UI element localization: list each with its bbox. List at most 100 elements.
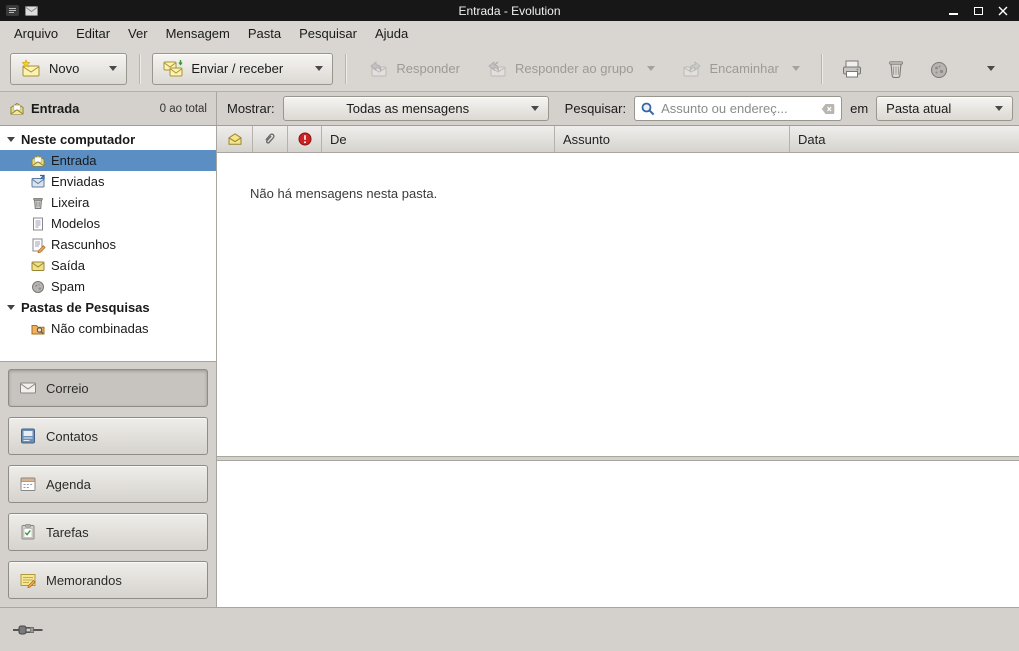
maximize-button[interactable] xyxy=(971,4,985,18)
message-area: De Assunto Data Não há mensagens nesta p… xyxy=(217,126,1019,607)
send-receive-dropdown-icon[interactable] xyxy=(315,66,323,71)
memos-icon xyxy=(19,571,37,589)
column-from[interactable]: De xyxy=(322,126,555,152)
folder-label: Enviadas xyxy=(51,174,104,189)
group-label: Pastas de Pesquisas xyxy=(21,300,150,315)
column-subject-label: Assunto xyxy=(563,132,610,147)
show-label: Mostrar: xyxy=(227,101,275,116)
sidebar-item-modelos[interactable]: Modelos xyxy=(0,213,216,234)
menu-ver[interactable]: Ver xyxy=(119,21,157,46)
expander-icon[interactable] xyxy=(7,305,15,310)
new-dropdown-icon[interactable] xyxy=(109,66,117,71)
folder-label: Rascunhos xyxy=(51,237,116,252)
sidebar-item-nao-combinadas[interactable]: Não combinadas xyxy=(0,318,216,339)
sidebar-item-saida[interactable]: Saída xyxy=(0,255,216,276)
switcher-memorandos[interactable]: Memorandos xyxy=(8,561,208,599)
sidebar-item-spam[interactable]: Spam xyxy=(0,276,216,297)
menu-pesquisar[interactable]: Pesquisar xyxy=(290,21,366,46)
reply-label: Responder xyxy=(396,61,460,76)
switcher-label: Contatos xyxy=(46,429,98,444)
window-title: Entrada - Evolution xyxy=(0,4,1019,18)
calendar-icon xyxy=(19,475,37,493)
reply-button[interactable]: Responder xyxy=(358,53,469,85)
toolbar-overflow-button[interactable] xyxy=(973,53,1009,85)
chevron-down-icon xyxy=(531,106,539,111)
column-priority[interactable] xyxy=(288,126,322,152)
titlebar-left xyxy=(0,5,38,16)
search-icon[interactable] xyxy=(640,101,656,117)
clear-search-icon[interactable] xyxy=(820,101,836,117)
folder-header: Entrada 0 ao total xyxy=(0,92,217,125)
junk-button[interactable] xyxy=(921,53,957,85)
trash-icon xyxy=(885,58,907,80)
offline-status-icon[interactable] xyxy=(12,623,44,637)
sidebar-item-lixeira[interactable]: Lixeira xyxy=(0,192,216,213)
inbox-icon xyxy=(9,101,25,117)
sidebar-item-entrada[interactable]: Entrada xyxy=(0,150,216,171)
menubar: Arquivo Editar Ver Mensagem Pasta Pesqui… xyxy=(0,21,1019,46)
empty-folder-text: Não há mensagens nesta pasta. xyxy=(217,153,1019,201)
overflow-icon xyxy=(987,66,995,71)
new-button[interactable]: Novo xyxy=(10,53,127,85)
search-scope-value: Pasta atual xyxy=(886,101,987,116)
folder-tree: Neste computador Entrada Enviadas xyxy=(0,126,216,361)
mail-icon xyxy=(19,379,37,397)
message-list-header: De Assunto Data xyxy=(217,126,1019,153)
expander-icon[interactable] xyxy=(7,137,15,142)
menu-editar[interactable]: Editar xyxy=(67,21,119,46)
folder-label: Entrada xyxy=(51,153,97,168)
sent-icon xyxy=(30,174,46,190)
column-read-status[interactable] xyxy=(217,126,253,152)
forward-icon xyxy=(681,58,703,80)
forward-dropdown-icon[interactable] xyxy=(792,66,800,71)
delete-button[interactable] xyxy=(878,53,914,85)
tasks-icon xyxy=(19,523,37,541)
switcher-agenda[interactable]: Agenda xyxy=(8,465,208,503)
message-list[interactable]: Não há mensagens nesta pasta. xyxy=(217,153,1019,456)
reply-all-icon xyxy=(486,58,508,80)
switcher-label: Correio xyxy=(46,381,89,396)
show-filter-dropdown[interactable]: Todas as mensagens xyxy=(283,96,549,121)
column-attachment[interactable] xyxy=(253,126,288,152)
maximize-icon xyxy=(974,7,983,15)
sidebar-item-enviadas[interactable]: Enviadas xyxy=(0,171,216,192)
reply-icon xyxy=(367,58,389,80)
column-date[interactable]: Data xyxy=(790,126,1019,152)
column-date-label: Data xyxy=(798,132,825,147)
sidebar-item-rascunhos[interactable]: Rascunhos xyxy=(0,234,216,255)
inbox-icon xyxy=(30,153,46,169)
group-neste-computador[interactable]: Neste computador xyxy=(0,129,216,150)
search-scope-dropdown[interactable]: Pasta atual xyxy=(876,96,1013,121)
drafts-icon xyxy=(30,237,46,253)
switcher-contatos[interactable]: Contatos xyxy=(8,417,208,455)
folder-label: Spam xyxy=(51,279,85,294)
priority-icon xyxy=(297,131,313,147)
trash-folder-icon xyxy=(30,195,46,211)
toolbar-separator xyxy=(139,54,140,84)
window-menu-icon[interactable] xyxy=(6,5,19,16)
search-label: Pesquisar: xyxy=(565,101,626,116)
send-receive-label: Enviar / receber xyxy=(191,61,283,76)
menu-ajuda[interactable]: Ajuda xyxy=(366,21,417,46)
minimize-button[interactable] xyxy=(946,4,960,18)
toolbar-separator xyxy=(345,54,346,84)
switcher-correio[interactable]: Correio xyxy=(8,369,208,407)
menu-mensagem[interactable]: Mensagem xyxy=(157,21,239,46)
menu-arquivo[interactable]: Arquivo xyxy=(5,21,67,46)
templates-icon xyxy=(30,216,46,232)
send-receive-icon xyxy=(162,58,184,80)
group-pastas-de-pesquisas[interactable]: Pastas de Pesquisas xyxy=(0,297,216,318)
reply-group-button[interactable]: Responder ao grupo xyxy=(477,53,664,85)
app-icon[interactable] xyxy=(25,6,38,16)
reply-group-dropdown-icon[interactable] xyxy=(647,66,655,71)
print-button[interactable] xyxy=(834,53,870,85)
evolution-window: Entrada - Evolution Arquivo Editar Ver M… xyxy=(0,0,1019,651)
close-button[interactable] xyxy=(996,4,1010,18)
switcher-tarefas[interactable]: Tarefas xyxy=(8,513,208,551)
menu-pasta[interactable]: Pasta xyxy=(239,21,290,46)
forward-button[interactable]: Encaminhar xyxy=(672,53,809,85)
sidebar: Neste computador Entrada Enviadas xyxy=(0,126,217,607)
search-input[interactable] xyxy=(661,101,815,116)
send-receive-button[interactable]: Enviar / receber xyxy=(152,53,333,85)
column-subject[interactable]: Assunto xyxy=(555,126,790,152)
